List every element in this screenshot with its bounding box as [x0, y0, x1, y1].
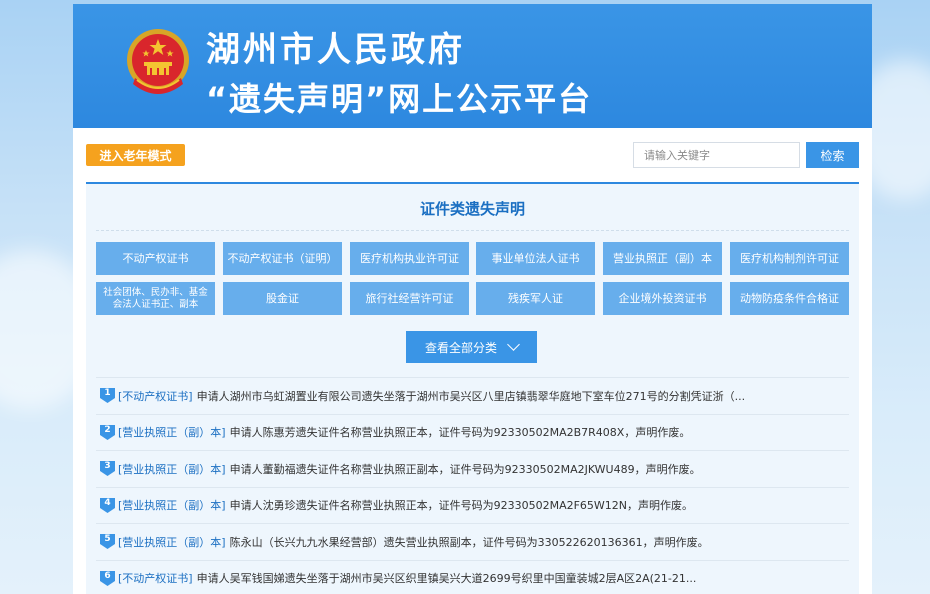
category-button[interactable]: 事业单位法人证书 [476, 242, 595, 275]
category-button[interactable]: 医疗机构执业许可证 [350, 242, 469, 275]
search-input[interactable] [633, 142, 800, 168]
search-button[interactable]: 检索 [806, 142, 859, 168]
notice-text[interactable]: 申请人湖州市乌虹湖置业有限公司遗失坐落于湖州市吴兴区八里店镇翡翠华庭地下室车位2… [197, 388, 745, 404]
category-button[interactable]: 医疗机构制剂许可证 [730, 242, 849, 275]
numbered-pin-icon: 5 [99, 533, 116, 550]
list-item-number: 5 [104, 534, 111, 545]
list-item-number: 4 [104, 497, 111, 508]
numbered-pin-icon: 4 [99, 497, 116, 514]
numbered-pin-icon: 1 [99, 387, 116, 404]
category-button[interactable]: 股金证 [223, 282, 342, 315]
notice-category-tag[interactable]: [营业执照正（副）本] [118, 424, 226, 440]
list-item[interactable]: 6 [不动产权证书] 申请人吴军钱国娣遗失坐落于湖州市吴兴区织里镇吴兴大道269… [96, 559, 849, 594]
header-banner: 湖州市人民政府 “遗失声明”网上公示平台 [73, 4, 872, 128]
banner-title: 湖州市人民政府 [206, 30, 465, 70]
panel-divider [96, 230, 849, 231]
category-button[interactable]: 营业执照正（副）本 [603, 242, 722, 275]
chevron-down-icon [507, 338, 520, 351]
notice-text[interactable]: 申请人董勤福遗失证件名称营业执照正副本，证件号码为92330502MA2JKWU… [230, 461, 701, 477]
toolbar: 进入老年模式 检索 [73, 128, 872, 180]
notice-category-tag[interactable]: [营业执照正（副）本] [118, 461, 226, 477]
notice-category-tag[interactable]: [营业执照正（副）本] [118, 534, 226, 550]
elder-mode-button[interactable]: 进入老年模式 [86, 144, 185, 166]
category-button[interactable]: 旅行社经营许可证 [350, 282, 469, 315]
list-item[interactable]: 4 [营业执照正（副）本] 申请人沈勇珍遗失证件名称营业执照正本，证件号码为92… [96, 486, 849, 524]
panel-title: 证件类遗失声明 [419, 200, 525, 218]
category-grid: 不动产权证书 不动产权证书（证明） 医疗机构执业许可证 事业单位法人证书 营业执… [96, 242, 849, 320]
notice-text[interactable]: 申请人沈勇珍遗失证件名称营业执照正本，证件号码为92330502MA2F65W1… [230, 497, 693, 513]
banner-subtitle: “遗失声明”网上公示平台 [206, 80, 593, 118]
view-all-categories-button[interactable]: 查看全部分类 [406, 331, 537, 363]
national-emblem-icon [127, 29, 189, 94]
list-item-number: 2 [104, 424, 111, 435]
list-item[interactable]: 5 [营业执照正（副）本] 陈永山（长兴九九水果经营部）遗失营业执照副本，证件号… [96, 523, 849, 560]
notice-category-tag[interactable]: [不动产权证书] [118, 388, 193, 404]
lost-notice-panel: 证件类遗失声明 不动产权证书 不动产权证书（证明） 医疗机构执业许可证 事业单位… [86, 182, 859, 594]
category-button[interactable]: 企业境外投资证书 [603, 282, 722, 315]
list-item[interactable]: 3 [营业执照正（副）本] 申请人董勤福遗失证件名称营业执照正副本，证件号码为9… [96, 450, 849, 487]
notice-category-tag[interactable]: [不动产权证书] [118, 570, 193, 586]
category-button[interactable]: 残疾军人证 [476, 282, 595, 315]
notice-text[interactable]: 申请人吴军钱国娣遗失坐落于湖州市吴兴区织里镇吴兴大道2699号织里中国童装城2层… [197, 570, 697, 586]
category-button[interactable]: 不动产权证书（证明） [223, 242, 342, 275]
notice-text[interactable]: 陈永山（长兴九九水果经营部）遗失营业执照副本，证件号码为330522620136… [230, 534, 709, 550]
list-item[interactable]: 1 [不动产权证书] 申请人湖州市乌虹湖置业有限公司遗失坐落于湖州市吴兴区八里店… [96, 377, 849, 414]
notice-category-tag[interactable]: [营业执照正（副）本] [118, 497, 226, 513]
numbered-pin-icon: 6 [99, 570, 116, 587]
list-item-number: 3 [104, 461, 111, 472]
category-button[interactable]: 社会团体、民办非、基金会法人证书正、副本 [96, 282, 215, 315]
list-item-number: 6 [104, 570, 111, 581]
numbered-pin-icon: 3 [99, 460, 116, 477]
notice-text[interactable]: 申请人陈惠芳遗失证件名称营业执照正本，证件号码为92330502MA2B7R40… [230, 424, 691, 440]
notice-list: 1 [不动产权证书] 申请人湖州市乌虹湖置业有限公司遗失坐落于湖州市吴兴区八里店… [96, 377, 849, 594]
list-item-number: 1 [104, 388, 111, 399]
numbered-pin-icon: 2 [99, 424, 116, 441]
view-all-label: 查看全部分类 [424, 340, 497, 355]
category-button[interactable]: 动物防疫条件合格证 [730, 282, 849, 315]
list-item[interactable]: 2 [营业执照正（副）本] 申请人陈惠芳遗失证件名称营业执照正本，证件号码为92… [96, 413, 849, 451]
category-button[interactable]: 不动产权证书 [96, 242, 215, 275]
page-container: 湖州市人民政府 “遗失声明”网上公示平台 进入老年模式 检索 证件类遗失声明 不… [73, 4, 872, 594]
